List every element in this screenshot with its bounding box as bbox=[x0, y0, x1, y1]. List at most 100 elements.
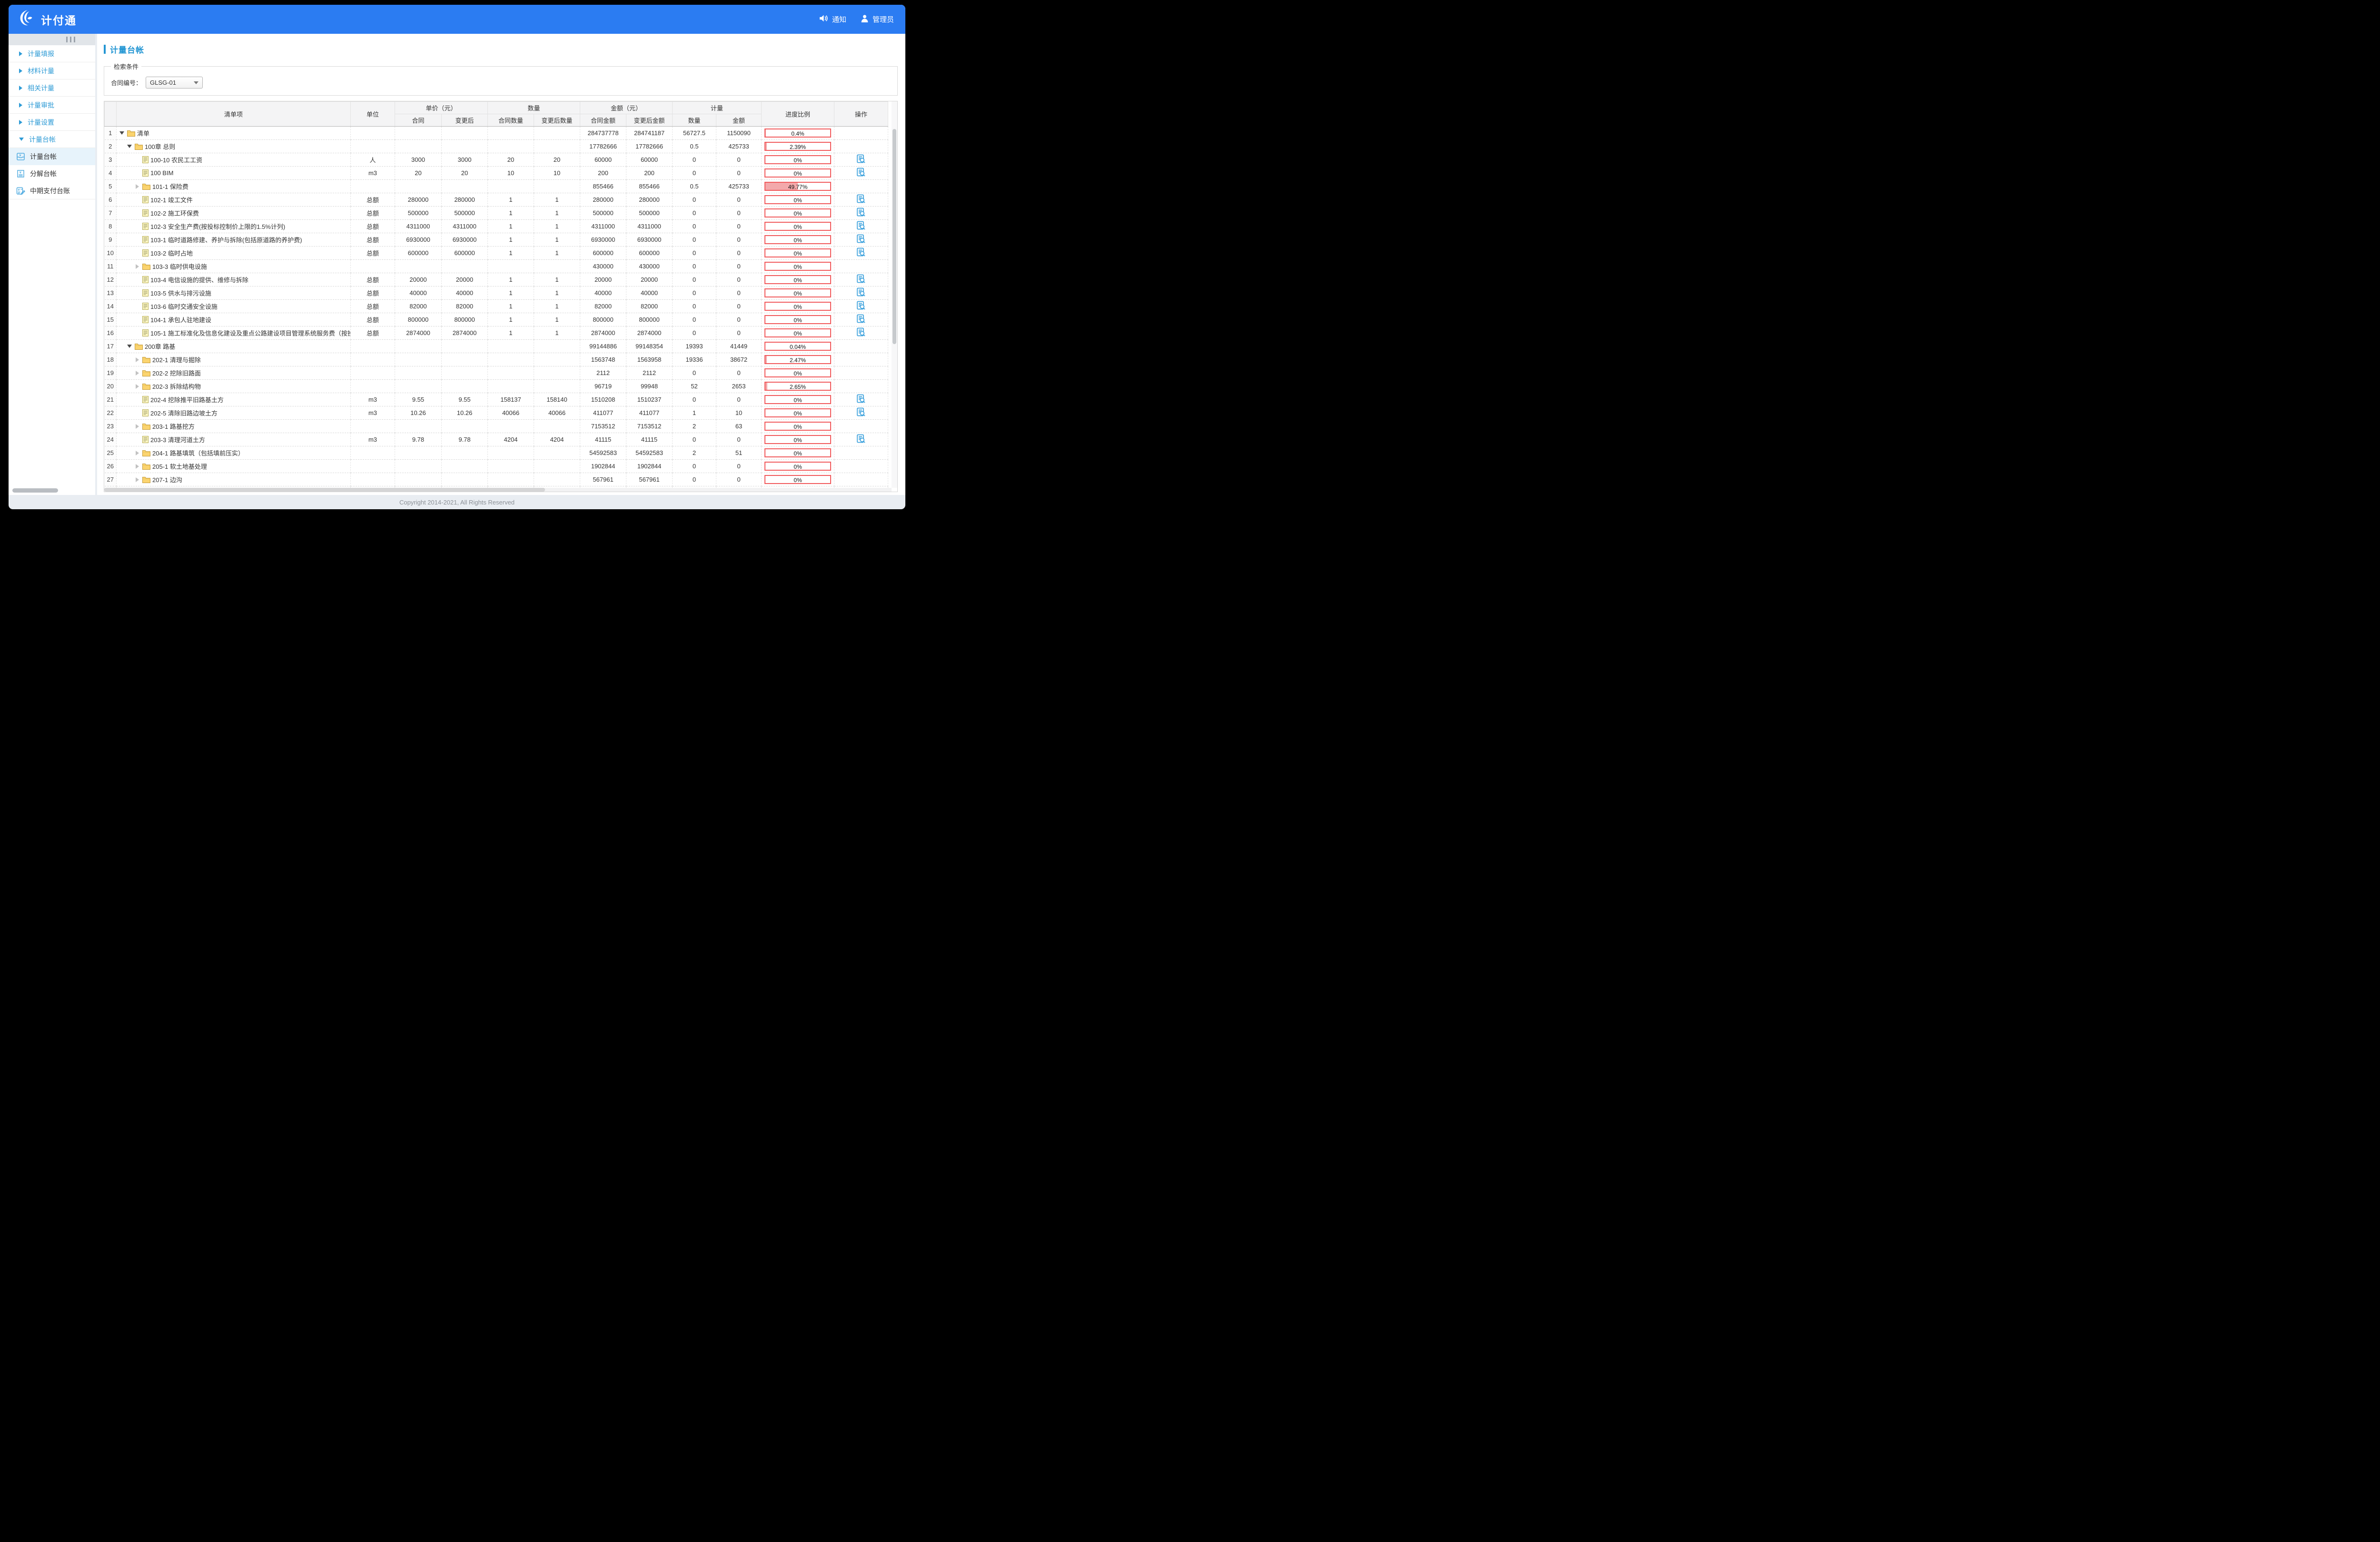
cell-unit: 总额 bbox=[351, 207, 395, 220]
view-detail-button[interactable] bbox=[856, 407, 866, 417]
view-detail-button[interactable] bbox=[856, 314, 866, 324]
ledger-table: 清单项 单位 单价（元） 数量 金额（元） 计量 进度比例 操作 合同 变更后 bbox=[104, 101, 898, 492]
table-horizontal-scrollbar[interactable] bbox=[104, 488, 892, 492]
view-detail-button[interactable] bbox=[856, 247, 866, 257]
cell-amt-after: 567961 bbox=[626, 473, 673, 486]
vertical-scrollbar-thumb[interactable] bbox=[892, 129, 896, 344]
progress-label: 0% bbox=[765, 449, 830, 458]
view-detail-button[interactable] bbox=[856, 327, 866, 337]
cell-item: 101-1 保险费 bbox=[117, 180, 351, 193]
view-detail-button[interactable] bbox=[856, 394, 866, 404]
table-row[interactable]: 14103-6 临时交通安全设施总额8200082000118200082000… bbox=[105, 300, 888, 313]
sidebar-resize-handle[interactable] bbox=[9, 34, 95, 45]
triangle-down-icon bbox=[19, 138, 24, 141]
folder-icon bbox=[142, 450, 150, 456]
sidebar-item-4[interactable]: 计量审批 bbox=[9, 97, 95, 114]
table-row[interactable]: 24203-3 清理河道土方m39.789.784204420441115411… bbox=[105, 433, 888, 446]
expand-toggle-icon[interactable] bbox=[134, 264, 140, 269]
view-detail-button[interactable] bbox=[856, 154, 866, 164]
sidebar-item-5[interactable]: 计量设置 bbox=[9, 114, 95, 131]
view-detail-button[interactable] bbox=[856, 221, 866, 230]
progress-bar: 0% bbox=[764, 408, 831, 417]
table-row[interactable]: 9103-1 临时道路修建、养护与拆除(包括原道路的养护费)总额69300006… bbox=[105, 233, 888, 247]
table-row[interactable]: 13103-5 供水与排污设施总额40000400001140000400000… bbox=[105, 287, 888, 300]
table-row[interactable]: 7102-2 施工环保费总额50000050000011500000500000… bbox=[105, 207, 888, 220]
table-row[interactable]: 18202-1 清理与掘除1563748156395819336386722.4… bbox=[105, 353, 888, 366]
item-name: 100-10 农民工工资 bbox=[150, 155, 202, 164]
cell-row-number: 26 bbox=[105, 460, 117, 473]
expand-toggle-icon[interactable] bbox=[134, 357, 140, 362]
table-vertical-scrollbar[interactable] bbox=[892, 101, 897, 488]
table-row[interactable]: 10103-2 临时占地总额60000060000011600000600000… bbox=[105, 247, 888, 260]
sidebar-item-2[interactable]: 材料计量 bbox=[9, 62, 95, 79]
view-detail-button[interactable] bbox=[856, 434, 866, 444]
sidebar-subitem-2[interactable]: ¥分解台帐 bbox=[9, 165, 95, 182]
cell-price-contract: 9.78 bbox=[395, 433, 442, 446]
user-menu[interactable]: 管理员 bbox=[861, 14, 894, 25]
progress-label: 0% bbox=[765, 156, 830, 165]
table-row[interactable]: 1清单28473777828474118756727.511500900.4% bbox=[105, 127, 888, 140]
table-row[interactable]: 5101-1 保险费8554668554660.542573349.77% bbox=[105, 180, 888, 193]
cell-amt-after: 1902844 bbox=[626, 460, 673, 473]
cell-meas-qty: 0 bbox=[673, 247, 716, 260]
expand-toggle-icon[interactable] bbox=[134, 371, 140, 376]
progress-label: 0% bbox=[765, 169, 830, 178]
folder-icon bbox=[142, 463, 150, 470]
horizontal-scrollbar-thumb[interactable] bbox=[104, 488, 545, 492]
table-row[interactable]: 11103-3 临时供电设施430000430000000% bbox=[105, 260, 888, 273]
table-row[interactable]: 12103-4 电信设施的提供、维修与拆除总额20000200001120000… bbox=[105, 273, 888, 287]
table-row[interactable]: 16105-1 施工标准化及信息化建设及重点公路建设项目管理系统服务费（按投总额… bbox=[105, 326, 888, 340]
table-row[interactable]: 20202-3 拆除结构物96719999485226532.65% bbox=[105, 380, 888, 393]
view-detail-button[interactable] bbox=[856, 234, 866, 244]
table-row[interactable]: 25204-1 路基填筑（包括填前压实）54592583545925832510… bbox=[105, 446, 888, 460]
view-detail-button[interactable] bbox=[856, 208, 866, 217]
cell-progress: 0% bbox=[762, 433, 834, 446]
table-row[interactable]: 3100-10 农民工工资人3000300020206000060000000% bbox=[105, 153, 888, 167]
sidebar-item-6[interactable]: 计量台帐 bbox=[9, 131, 95, 148]
contract-select[interactable]: GLSG-01 bbox=[146, 77, 203, 89]
sidebar-item-3[interactable]: 相关计量 bbox=[9, 79, 95, 97]
table-row[interactable]: 8102-3 安全生产费(按投标控制价上限的1.5%计列)总额431100043… bbox=[105, 220, 888, 233]
table-row[interactable]: 21202-4 挖除推平旧路基土方m39.559.551581371581401… bbox=[105, 393, 888, 406]
cell-progress: 0% bbox=[762, 393, 834, 406]
collapse-toggle-icon[interactable] bbox=[126, 145, 133, 148]
expand-toggle-icon[interactable] bbox=[134, 384, 140, 389]
table-row[interactable]: 26205-1 软土地基处理19028441902844000% bbox=[105, 460, 888, 473]
cell-qty-after: 4204 bbox=[534, 433, 580, 446]
table-row[interactable]: 22202-5 清除旧路边坡土方m310.2610.26400664006641… bbox=[105, 406, 888, 420]
view-detail-button[interactable] bbox=[856, 168, 866, 177]
view-detail-button[interactable] bbox=[856, 301, 866, 310]
main-content: 计量台帐 检索条件 合同编号： GLSG-01 bbox=[97, 34, 905, 495]
expand-toggle-icon[interactable] bbox=[134, 184, 140, 189]
table-row[interactable]: 6102-1 竣工文件总额280000280000112800002800000… bbox=[105, 193, 888, 207]
view-detail-button[interactable] bbox=[856, 287, 866, 297]
view-detail-button[interactable] bbox=[856, 194, 866, 204]
table-row[interactable]: 23203-1 路基挖方715351271535122630% bbox=[105, 420, 888, 433]
expand-toggle-icon[interactable] bbox=[134, 477, 140, 482]
expand-toggle-icon[interactable] bbox=[134, 464, 140, 469]
cell-meas-qty: 1 bbox=[673, 406, 716, 420]
cell-amt-after: 41115 bbox=[626, 433, 673, 446]
cell-amt-after: 82000 bbox=[626, 300, 673, 313]
table-row[interactable]: 15104-1 承包人驻地建设总额80000080000011800000800… bbox=[105, 313, 888, 326]
table-row[interactable]: 2100章 总则17782666177826660.54257332.39% bbox=[105, 140, 888, 153]
cell-progress: 0% bbox=[762, 153, 834, 167]
sidebar-item-1[interactable]: 计量填报 bbox=[9, 45, 95, 62]
sidebar-subitem-1[interactable]: ¥计量台帐 bbox=[9, 148, 95, 165]
table-row[interactable]: 4100 BIMm320201010200200000% bbox=[105, 167, 888, 180]
cell-price-after bbox=[442, 366, 488, 380]
view-detail-button[interactable] bbox=[856, 274, 866, 284]
document-icon bbox=[142, 409, 149, 416]
sidebar-scrollbar-thumb[interactable] bbox=[12, 488, 58, 493]
sidebar-subitem-3[interactable]: ¥中期支付台账 bbox=[9, 182, 95, 199]
collapse-toggle-icon[interactable] bbox=[119, 131, 125, 135]
table-row[interactable]: 19202-2 挖除旧路面21122112000% bbox=[105, 366, 888, 380]
notifications-button[interactable]: 通知 bbox=[819, 14, 846, 24]
table-row[interactable]: 27207-1 边沟567961567961000% bbox=[105, 473, 888, 486]
cell-qty-contract: 4204 bbox=[488, 433, 534, 446]
expand-toggle-icon[interactable] bbox=[134, 424, 140, 429]
table-row[interactable]: 17200章 路基991448869914835419393414490.04% bbox=[105, 340, 888, 353]
collapse-toggle-icon[interactable] bbox=[126, 345, 133, 348]
expand-toggle-icon[interactable] bbox=[134, 451, 140, 455]
cell-progress: 0% bbox=[762, 473, 834, 486]
